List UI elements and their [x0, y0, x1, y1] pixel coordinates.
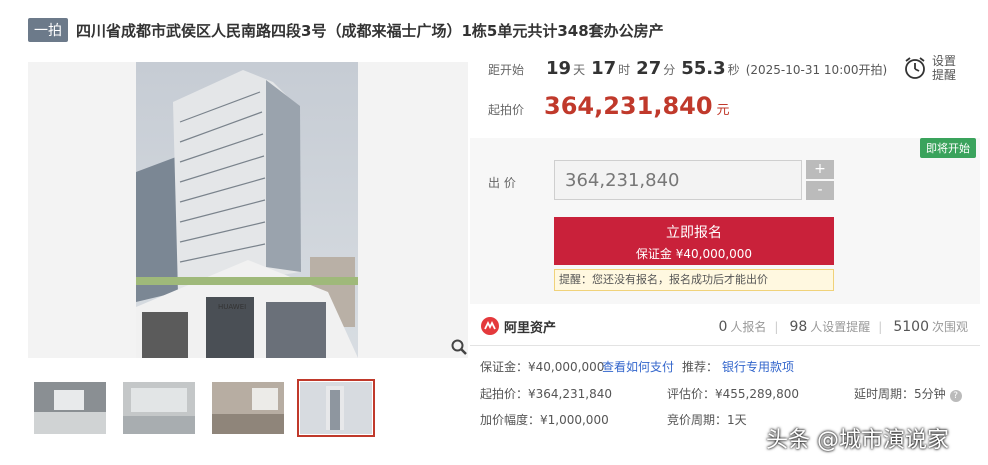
zoom-icon[interactable] [450, 338, 468, 356]
starting-price-unit: 元 [716, 103, 730, 118]
svg-text:HUAWEI: HUAWEI [218, 303, 246, 311]
countdown-seconds-unit: 秒 [727, 63, 740, 77]
auction-timing-panel: 距开始 19 天 17 时 27 分 55.3 秒 (2025-10-31 10… [470, 48, 980, 136]
start-price-info: 起拍价：¥364,231,840 [480, 387, 612, 401]
thumbnail-2[interactable] [123, 382, 195, 434]
bid-label: 出 价 [488, 176, 516, 190]
divider: | [774, 320, 779, 334]
reminder-count: 98 [789, 319, 808, 335]
auction-round-tag: 一拍 [28, 18, 68, 42]
help-icon[interactable]: ? [949, 390, 962, 402]
recommend-label: 推荐： [682, 360, 719, 374]
bid-amount-input[interactable] [554, 160, 802, 200]
view-count: 5100 [893, 319, 929, 335]
countdown-label: 距开始 [488, 63, 525, 77]
how-to-pay-link[interactable]: 查看如何支付 [602, 358, 674, 375]
bank-account-link[interactable]: 银行专用款项 [722, 358, 794, 375]
bid-panel: 即将开始 出 价 + - 立即报名 保证金 ¥40,000,000 提醒：您还没… [470, 138, 980, 304]
countdown-minutes-unit: 分 [663, 63, 676, 77]
stat-counts: 0 人报名 | 98 人设置提醒 | 5100 次围观 [715, 318, 968, 335]
countdown: 距开始 19 天 17 时 27 分 55.3 秒 (2025-10-31 10… [488, 58, 887, 79]
registration-notice: 提醒：您还没有报名，报名成功后才能出价 [554, 269, 834, 291]
brand[interactable]: 阿里资产 [480, 316, 556, 336]
increment-info: 加价幅度：¥1,000,000 [480, 413, 609, 427]
delay-period-info: 延时周期：5分钟? [854, 385, 962, 402]
set-reminder-button[interactable]: 设置 提醒 [902, 48, 970, 88]
countdown-days: 19 [546, 58, 572, 79]
registered-count: 0 [718, 319, 728, 335]
divider: | [878, 320, 883, 334]
deposit-amount-label: 保证金 ¥40,000,000 [635, 247, 753, 261]
countdown-seconds: 55.3 [681, 58, 726, 79]
registered-label: 人报名 [730, 320, 767, 334]
alarm-clock-icon [905, 57, 925, 79]
thumbnail-strip [28, 378, 388, 438]
starting-price-value: 364,231,840 [544, 92, 713, 120]
reminder-label-2: 提醒 [932, 68, 957, 82]
page-title: 四川省成都市武侯区人民南路四段3号（成都来福士广场）1栋5单元共计348套办公房… [76, 21, 664, 40]
status-badge: 即将开始 [920, 138, 976, 158]
title-bar: 一拍 四川省成都市武侯区人民南路四段3号（成都来福士广场）1栋5单元共计348套… [28, 16, 980, 44]
reminder-count-label: 人设置提醒 [810, 320, 871, 334]
countdown-days-unit: 天 [573, 63, 586, 77]
deposit-info: 保证金：¥40,000,000 [480, 360, 605, 374]
main-property-photo[interactable]: HUAWEI [28, 62, 468, 358]
appraisal-price-info: 评估价：¥455,289,800 [667, 387, 799, 401]
bid-stepper: + - [806, 160, 834, 200]
brand-name: 阿里资产 [504, 320, 557, 336]
decrease-bid-button[interactable]: - [806, 181, 834, 200]
thumbnail-1[interactable] [34, 382, 106, 434]
reminder-label-1: 设置 [932, 54, 957, 68]
starting-price-row: 起拍价 364,231,840 元 [488, 92, 730, 120]
view-count-label: 次围观 [931, 320, 968, 334]
thumbnail-4-selected[interactable] [297, 379, 375, 437]
starting-price-label: 起拍价 [488, 103, 525, 117]
register-button-label: 立即报名 [666, 225, 722, 241]
countdown-hours: 17 [591, 58, 617, 79]
countdown-minutes: 27 [636, 58, 662, 79]
delay-period-text: 延时周期：5分钟 [854, 387, 946, 401]
thumbnail-3[interactable] [212, 382, 284, 434]
watermark: 头条 @城市演说家 [766, 428, 949, 453]
start-time: (2025-10-31 10:00开拍) [745, 63, 888, 77]
auction-stats-bar: 阿里资产 0 人报名 | 98 人设置提醒 | 5100 次围观 [470, 306, 980, 346]
countdown-hours-unit: 时 [618, 63, 631, 77]
register-now-button[interactable]: 立即报名 保证金 ¥40,000,000 [554, 217, 834, 265]
ali-assets-logo-icon [481, 317, 499, 335]
increase-bid-button[interactable]: + [806, 160, 834, 179]
bidding-cycle-info: 竞价周期：1天 [667, 413, 747, 427]
